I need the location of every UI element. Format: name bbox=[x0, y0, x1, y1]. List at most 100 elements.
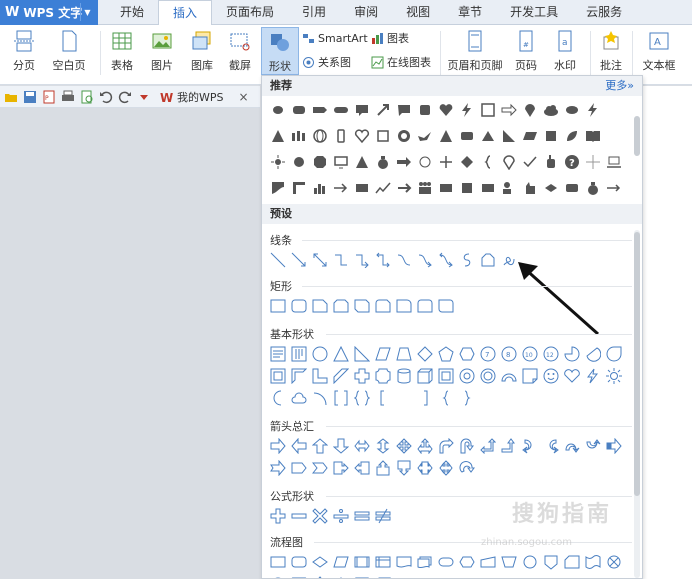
customize-toolbar-icon[interactable] bbox=[137, 90, 151, 104]
shape-curved-double-arrow[interactable] bbox=[438, 252, 454, 268]
shape-square-3[interactable] bbox=[543, 128, 559, 144]
table-button[interactable]: 表格 bbox=[104, 27, 140, 75]
shape-elbow-arrow[interactable] bbox=[354, 252, 370, 268]
shape-l-shape[interactable] bbox=[312, 368, 328, 384]
shape-brace[interactable] bbox=[480, 154, 496, 170]
shape-down-arrow[interactable] bbox=[333, 438, 349, 454]
shape-rect-8[interactable] bbox=[564, 180, 580, 196]
shape-curved-up-arrow[interactable] bbox=[564, 438, 580, 454]
shape-elbow-double-arrow[interactable] bbox=[375, 252, 391, 268]
shape-bird[interactable] bbox=[417, 128, 433, 144]
shape-triangle-2[interactable] bbox=[438, 128, 454, 144]
online-chart-button[interactable]: 在线图表 bbox=[371, 53, 431, 71]
print-preview-icon[interactable] bbox=[80, 90, 94, 104]
shape-block-arc[interactable] bbox=[501, 368, 517, 384]
shape-phone[interactable] bbox=[333, 128, 349, 144]
shape-plus-sign[interactable] bbox=[270, 508, 286, 524]
shape-flow-manual-input[interactable] bbox=[480, 554, 496, 570]
smartart-button[interactable]: SmartArt bbox=[302, 29, 368, 47]
shape-flow-document[interactable] bbox=[396, 554, 412, 570]
shape-flow-offpage[interactable] bbox=[543, 554, 559, 570]
shape-left-brace[interactable] bbox=[438, 390, 454, 406]
page-number-button[interactable]: # 页码 bbox=[508, 27, 544, 75]
screenshot-button[interactable]: 截屏 bbox=[222, 27, 258, 75]
shape-sun-outline[interactable] bbox=[606, 368, 622, 384]
shape-decagon[interactable]: 10 bbox=[522, 346, 538, 362]
shape-snip-round[interactable] bbox=[375, 298, 391, 314]
shape-money-bag[interactable] bbox=[375, 154, 391, 170]
shape-up-down-arrow[interactable] bbox=[375, 438, 391, 454]
shape-bent-arrow[interactable] bbox=[438, 438, 454, 454]
shapes-button[interactable]: 形状 bbox=[261, 27, 299, 75]
recommended-scrollbar[interactable] bbox=[634, 116, 640, 156]
shape-triangle-4[interactable] bbox=[354, 154, 370, 170]
shape-oval-2[interactable] bbox=[564, 102, 580, 118]
shape-can[interactable] bbox=[396, 368, 412, 384]
shape-diamond[interactable] bbox=[459, 154, 475, 170]
shape-hand-point[interactable] bbox=[522, 180, 538, 196]
gallery-button[interactable]: 图库 bbox=[184, 27, 220, 75]
print-icon[interactable] bbox=[61, 90, 75, 104]
chart-button[interactable]: 图表 bbox=[371, 29, 409, 47]
shape-pentagon-arrow[interactable] bbox=[291, 460, 307, 476]
shape-oval[interactable] bbox=[270, 102, 286, 118]
shape-globe[interactable] bbox=[312, 128, 328, 144]
shape-snip-corner[interactable] bbox=[312, 298, 328, 314]
shape-triangle-3[interactable] bbox=[480, 128, 496, 144]
shape-cross[interactable] bbox=[354, 368, 370, 384]
shape-flow-data[interactable] bbox=[333, 554, 349, 570]
shape-notched-right-arrow[interactable] bbox=[270, 460, 286, 476]
shape-elbow-connector[interactable] bbox=[333, 252, 349, 268]
preset-scrollbar-thumb[interactable] bbox=[634, 232, 640, 496]
doc-tab-my-wps[interactable]: W 我的WPS × bbox=[160, 89, 249, 105]
shape-monitor[interactable] bbox=[333, 154, 349, 170]
shape-rect[interactable] bbox=[417, 102, 433, 118]
shape-arrow-right[interactable] bbox=[501, 102, 517, 118]
shape-arrow-diag[interactable] bbox=[375, 102, 391, 118]
shape-u-turn-arrow[interactable] bbox=[459, 438, 475, 454]
shape-flow-card[interactable] bbox=[564, 554, 580, 570]
shape-person-talk[interactable] bbox=[501, 180, 517, 196]
shape-diagonal-stripe[interactable] bbox=[333, 368, 349, 384]
shape-flow-multidocument[interactable] bbox=[417, 554, 433, 570]
shape-curved-down-arrow[interactable] bbox=[585, 438, 601, 454]
shape-heart[interactable] bbox=[438, 102, 454, 118]
shape-rounded-rect[interactable] bbox=[291, 102, 307, 118]
shape-callout[interactable] bbox=[354, 102, 370, 118]
shape-plaque[interactable] bbox=[375, 368, 391, 384]
shape-left-right-up-arrow[interactable] bbox=[417, 438, 433, 454]
shape-no-symbol[interactable] bbox=[480, 368, 496, 384]
shape-snip-two-corners[interactable] bbox=[333, 298, 349, 314]
shape-parallelogram-outline[interactable] bbox=[375, 346, 391, 362]
shape-frame[interactable] bbox=[270, 368, 286, 384]
shape-minus-sign[interactable] bbox=[291, 508, 307, 524]
shape-text-box[interactable] bbox=[270, 346, 286, 362]
shape-curved-connector[interactable] bbox=[396, 252, 412, 268]
tab-cloud[interactable]: 云服务 bbox=[572, 0, 636, 25]
shape-line-arrow[interactable] bbox=[291, 252, 307, 268]
shape-pin-outline[interactable] bbox=[501, 154, 517, 170]
shape-rectangle[interactable] bbox=[270, 298, 286, 314]
watermark-button[interactable]: a 水印 bbox=[546, 27, 584, 75]
shape-rounded-rectangle[interactable] bbox=[291, 298, 307, 314]
shape-hand[interactable] bbox=[543, 154, 559, 170]
shape-equal-sign[interactable] bbox=[354, 508, 370, 524]
open-folder-icon[interactable] bbox=[4, 90, 18, 104]
shape-bar-chart[interactable] bbox=[312, 180, 328, 196]
shape-dodecagon[interactable]: 12 bbox=[543, 346, 559, 362]
shape-bent-up-arrow[interactable] bbox=[501, 438, 517, 454]
shape-rect-2[interactable] bbox=[459, 128, 475, 144]
shape-line[interactable] bbox=[270, 252, 286, 268]
shape-arrow-right-5[interactable] bbox=[606, 180, 622, 196]
document-page[interactable] bbox=[640, 86, 692, 579]
shape-left-arrow[interactable] bbox=[291, 438, 307, 454]
shape-donut[interactable] bbox=[396, 128, 412, 144]
shape-lightning-2[interactable] bbox=[585, 102, 601, 118]
shape-heart-outline-2[interactable] bbox=[564, 368, 580, 384]
shape-right-triangle-outline[interactable] bbox=[354, 346, 370, 362]
shape-people[interactable] bbox=[291, 128, 307, 144]
picture-button[interactable]: 图片 bbox=[144, 27, 180, 75]
shape-heptagon[interactable]: 7 bbox=[480, 346, 496, 362]
shape-book[interactable] bbox=[585, 128, 601, 144]
shape-triangle[interactable] bbox=[270, 128, 286, 144]
